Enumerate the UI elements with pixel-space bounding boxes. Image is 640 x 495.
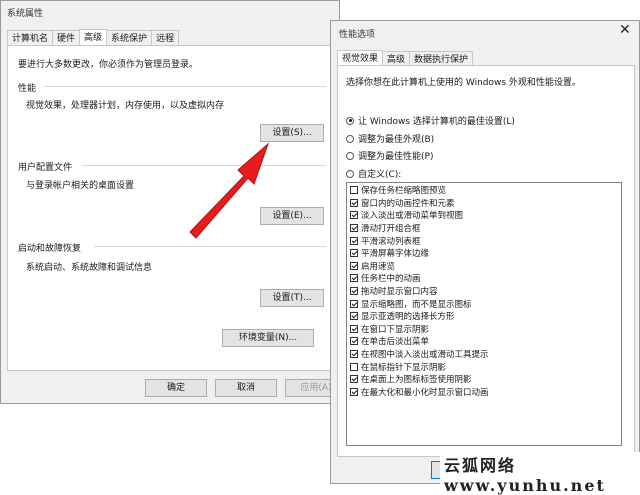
radio-button[interactable] [346,151,354,160]
option-label: 窗口内的动画控件和元素 [361,198,455,209]
radio-let-windows-choose[interactable]: 让 Windows 选择计算机的最佳设置(L) [346,114,515,127]
option-label: 显示亚透明的选择长方形 [361,312,455,323]
checkbox[interactable] [350,324,358,333]
checkbox[interactable] [350,350,358,359]
checkbox[interactable] [350,337,358,346]
option-label: 任务栏中的动画 [361,274,421,285]
advanced-panel: 要进行大多数更改，你必须作为管理员登录。 性能 视觉效果，处理器计划，内存使用，… [7,45,333,371]
options-container: 保存任务栏缩略图预览 窗口内的动画控件和元素 淡入淡出或滑动菜单到视图 滑动打开组合框… [347,183,621,398]
list-item[interactable]: 窗口内的动画控件和元素 [347,197,621,210]
environment-variables-button[interactable]: 环境变量(N)... [222,329,314,347]
profiles-desc: 与登录帐户相关的桌面设置 [26,181,135,191]
cancel-button[interactable]: 取消 [215,379,277,397]
list-item[interactable]: 在视图中淡入淡出或滑动工具提示 [347,348,621,361]
performance-settings-button[interactable]: 设置(S)... [260,124,324,142]
radio-label: 让 Windows 选择计算机的最佳设置(L) [358,117,515,127]
startup-desc: 系统启动、系统故障和调试信息 [26,263,153,273]
option-label: 平滑屏幕字体边缘 [361,249,430,260]
startup-settings-button[interactable]: 设置(T)... [260,289,324,307]
checkbox[interactable] [350,198,358,207]
list-item[interactable]: 在最大化和最小化时显示窗口动画 [347,386,621,399]
performance-desc: 视觉效果，处理器计划，内存使用，以及虚拟内存 [26,101,225,111]
checkbox[interactable] [350,287,358,296]
radio-best-appearance[interactable]: 调整为最佳外观(B) [346,132,434,145]
radio-label: 调整为最佳性能(P) [358,152,434,162]
option-label: 平滑滚动列表框 [361,236,421,247]
performance-group-label: 性能 [18,84,37,94]
option-label: 启用速览 [361,261,396,272]
option-label: 滑动打开组合框 [361,224,421,235]
checkbox[interactable] [350,387,358,396]
checkbox[interactable] [350,236,358,245]
performance-options-window: 性能选项 ✕ 视觉效果 高级 数据执行保护 选择你想在此计算机上使用的 Wind… [330,20,640,484]
radio-best-performance[interactable]: 调整为最佳性能(P) [346,149,433,162]
radio-button[interactable] [346,169,354,178]
window-title: 系统属性 [7,9,44,19]
profiles-group-divider [82,165,326,166]
list-item[interactable]: 在鼠标指针下显示阴影 [347,360,621,373]
checkbox[interactable] [350,362,358,371]
perf-intro: 选择你想在此计算机上使用的 Windows 外观和性能设置。 [346,78,581,88]
admin-notice: 要进行大多数更改，你必须作为管理员登录。 [18,60,199,70]
option-label: 拖动时显示窗口内容 [361,287,438,298]
option-label: 在鼠标指针下显示阴影 [361,362,447,373]
perf-window-title: 性能选项 [339,30,376,40]
list-item[interactable]: 平滑滚动列表框 [347,234,621,247]
profiles-settings-button[interactable]: 设置(E)... [260,207,324,225]
startup-group-divider [94,246,326,247]
list-item[interactable]: 显示亚透明的选择长方形 [347,310,621,323]
list-item[interactable]: 任务栏中的动画 [347,272,621,285]
list-item[interactable]: 在窗口下显示阴影 [347,323,621,336]
radio-label: 自定义(C): [358,170,402,180]
list-item[interactable]: 拖动时显示窗口内容 [347,285,621,298]
radio-button[interactable] [346,134,354,143]
option-label: 显示缩略图，而不是显示图标 [361,299,472,310]
checkbox[interactable] [350,312,358,321]
ok-button[interactable]: 确定 [145,379,207,397]
option-label: 在桌面上为图标标签使用阴影 [361,375,472,386]
checkbox[interactable] [350,299,358,308]
checkbox[interactable] [350,274,358,283]
option-label: 保存任务栏缩略图预览 [361,186,447,197]
list-item[interactable]: 启用速览 [347,260,621,273]
close-icon[interactable]: ✕ [619,22,631,38]
checkbox[interactable] [350,249,358,258]
option-label: 在最大化和最小化时显示窗口动画 [361,387,489,398]
radio-label: 调整为最佳外观(B) [358,135,435,145]
radio-custom[interactable]: 自定义(C): [346,167,401,180]
option-label: 在窗口下显示阴影 [361,324,430,335]
option-label: 淡入淡出或滑动菜单到视图 [361,211,464,222]
list-item[interactable]: 平滑屏幕字体边缘 [347,247,621,260]
list-item[interactable]: 滑动打开组合框 [347,222,621,235]
checkbox[interactable] [350,186,358,195]
list-item[interactable]: 保存任务栏缩略图预览 [347,184,621,197]
option-label: 在单击后淡出菜单 [361,337,430,348]
visual-effects-panel: 选择你想在此计算机上使用的 Windows 外观和性能设置。 让 Windows… [337,65,635,457]
option-label: 在视图中淡入淡出或滑动工具提示 [361,350,489,361]
checkbox[interactable] [350,211,358,220]
startup-group-label: 启动和故障恢复 [18,244,82,254]
list-item[interactable]: 在桌面上为图标标签使用阴影 [347,373,621,386]
checkbox[interactable] [350,261,358,270]
visual-effects-list[interactable]: 保存任务栏缩略图预览 窗口内的动画控件和元素 淡入淡出或滑动菜单到视图 滑动打开组合框… [346,182,622,446]
radio-button[interactable] [346,116,354,125]
watermark: 云狐网络 www.yunhu.net [440,452,640,495]
checkbox[interactable] [350,375,358,384]
system-properties-window: 系统属性 计算机名 硬件 高级 系统保护 远程 要进行大多数更改，你必须作为管理… [0,0,347,404]
list-item[interactable]: 显示缩略图，而不是显示图标 [347,297,621,310]
checkbox[interactable] [350,224,358,233]
performance-group-divider [44,86,326,87]
list-item[interactable]: 淡入淡出或滑动菜单到视图 [347,209,621,222]
profiles-group-label: 用户配置文件 [18,163,73,173]
list-item[interactable]: 在单击后淡出菜单 [347,335,621,348]
